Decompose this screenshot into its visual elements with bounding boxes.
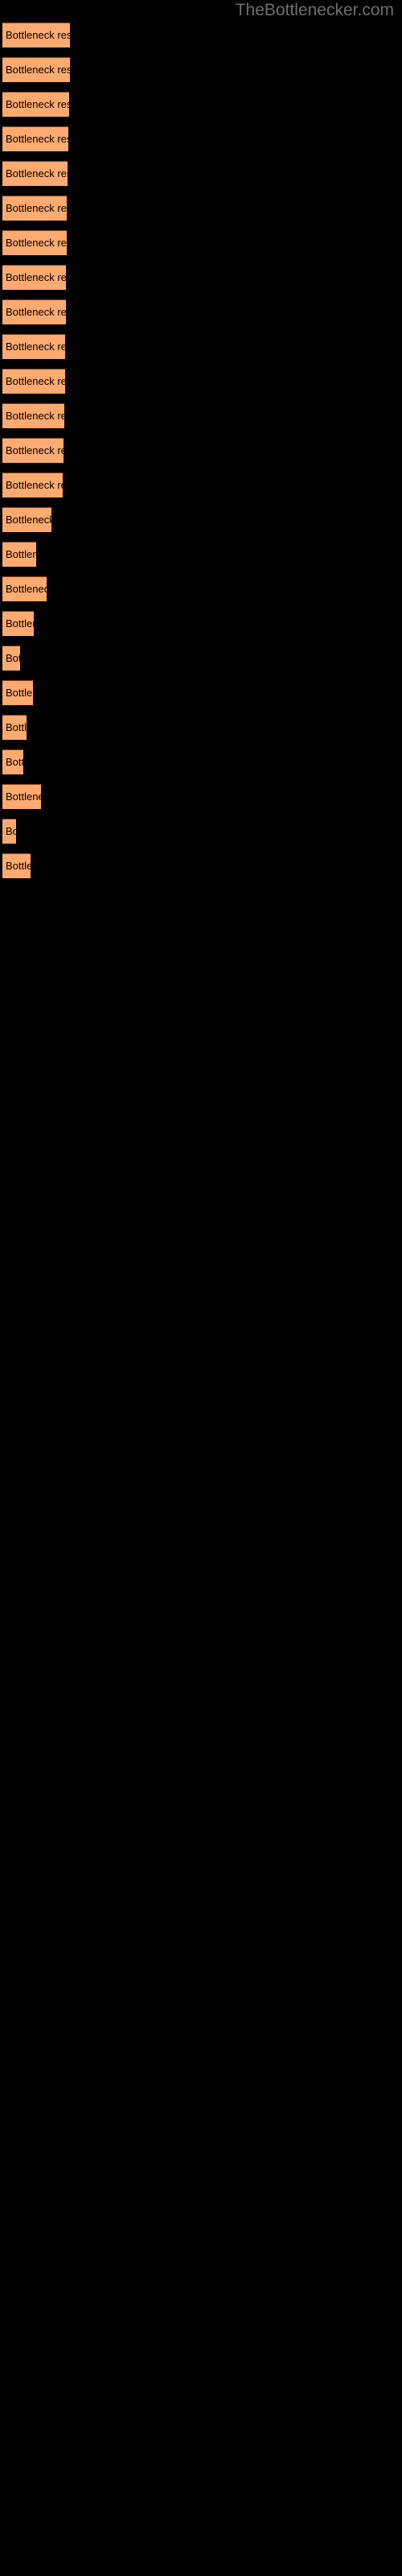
- bar-22: Bottleneck result: [2, 749, 23, 774]
- bar-label: Bottleneck result: [6, 133, 68, 145]
- bar-row: Bottleneck result: [0, 611, 402, 646]
- bar-23: Bottleneck result: [2, 784, 41, 809]
- bar-row: Bottleneck result: [0, 161, 402, 196]
- bar-row: Bottleneck result: [0, 715, 402, 749]
- bar-row: Bottleneck result: [0, 542, 402, 576]
- bar-label: Bottleneck result: [6, 479, 63, 491]
- bar-20: Bottleneck result: [2, 680, 33, 705]
- bar-label: Bottleneck result: [6, 548, 36, 560]
- bar-label: Bottleneck result: [6, 410, 64, 422]
- bar-row: Bottleneck result: [0, 23, 402, 57]
- bar-label: Bottleneck result: [6, 202, 67, 214]
- bar-row: Bottleneck result: [0, 299, 402, 334]
- bar-row: Bottleneck result: [0, 57, 402, 92]
- site-header: TheBottlenecker.com: [0, 0, 402, 23]
- bar-15: Bottleneck result: [2, 507, 51, 532]
- bar-8: Bottleneck result: [2, 265, 66, 290]
- site-title-watermark: TheBottlenecker.com: [235, 1, 394, 19]
- bar-16: Bottleneck result: [2, 542, 36, 567]
- bar-row: Bottleneck result: [0, 334, 402, 369]
- bar-11: Bottleneck result: [2, 369, 65, 394]
- bar-row: Bottleneck result: [0, 265, 402, 299]
- bar-2: Bottleneck result: [2, 57, 70, 82]
- bar-label: Bottleneck result: [6, 444, 64, 456]
- bar-row: Bottleneck result: [0, 473, 402, 507]
- bar-25: Bottleneck result: [2, 853, 31, 878]
- bar-label: Bottleneck result: [6, 617, 34, 630]
- bar-label: Bottleneck result: [6, 860, 31, 872]
- bar-label: Bottleneck result: [6, 64, 70, 76]
- bar-row: Bottleneck result: [0, 369, 402, 403]
- page-root: TheBottlenecker.com Bottleneck resultBot…: [0, 0, 402, 2576]
- bar-label: Bottleneck result: [6, 791, 41, 803]
- bar-label: Bottleneck result: [6, 271, 66, 283]
- bar-row: Bottleneck result: [0, 196, 402, 230]
- bar-17: Bottleneck result: [2, 576, 47, 601]
- bar-row: Bottleneck result: [0, 507, 402, 542]
- bar-9: Bottleneck result: [2, 299, 66, 324]
- bar-row: Bottleneck result: [0, 230, 402, 265]
- bar-label: Bottleneck result: [6, 29, 70, 41]
- bar-label: Bottleneck result: [6, 167, 68, 180]
- bar-label: Bottleneck result: [6, 825, 16, 837]
- bar-label: Bottleneck result: [6, 583, 47, 595]
- bar-12: Bottleneck result: [2, 403, 64, 428]
- bar-row: Bottleneck result: [0, 784, 402, 819]
- bar-21: Bottleneck result: [2, 715, 27, 740]
- bar-row: Bottleneck result: [0, 438, 402, 473]
- bar-13: Bottleneck result: [2, 438, 64, 463]
- bar-3: Bottleneck result: [2, 92, 69, 117]
- bar-5: Bottleneck result: [2, 161, 68, 186]
- bar-18: Bottleneck result: [2, 611, 34, 636]
- bar-row: Bottleneck result: [0, 680, 402, 715]
- bar-label: Bottleneck result: [6, 341, 65, 353]
- bar-label: Bottleneck result: [6, 756, 23, 768]
- bar-row: Bottleneck result: [0, 576, 402, 611]
- bar-row: Bottleneck result: [0, 92, 402, 126]
- bar-7: Bottleneck result: [2, 230, 67, 255]
- bar-14: Bottleneck result: [2, 473, 63, 497]
- bar-10: Bottleneck result: [2, 334, 65, 359]
- bar-row: Bottleneck result: [0, 403, 402, 438]
- bar-19: Bottleneck result: [2, 646, 20, 671]
- bar-label: Bottleneck result: [6, 514, 51, 526]
- bar-24: Bottleneck result: [2, 819, 16, 844]
- bar-row: Bottleneck result: [0, 853, 402, 888]
- bar-4: Bottleneck result: [2, 126, 68, 151]
- bar-6: Bottleneck result: [2, 196, 67, 221]
- bar-label: Bottleneck result: [6, 306, 66, 318]
- bar-label: Bottleneck result: [6, 375, 65, 387]
- bar-label: Bottleneck result: [6, 237, 67, 249]
- bar-row: Bottleneck result: [0, 749, 402, 784]
- bar-label: Bottleneck result: [6, 687, 33, 699]
- bar-row: Bottleneck result: [0, 646, 402, 680]
- bar-1: Bottleneck result: [2, 23, 70, 47]
- bar-row: Bottleneck result: [0, 126, 402, 161]
- bar-label: Bottleneck result: [6, 721, 27, 733]
- bar-row: Bottleneck result: [0, 819, 402, 853]
- bar-label: Bottleneck result: [6, 98, 69, 110]
- bottleneck-bar-chart: Bottleneck result Bottleneck result Bottle…: [0, 23, 402, 2576]
- bar-label: Bottleneck result: [6, 652, 20, 664]
